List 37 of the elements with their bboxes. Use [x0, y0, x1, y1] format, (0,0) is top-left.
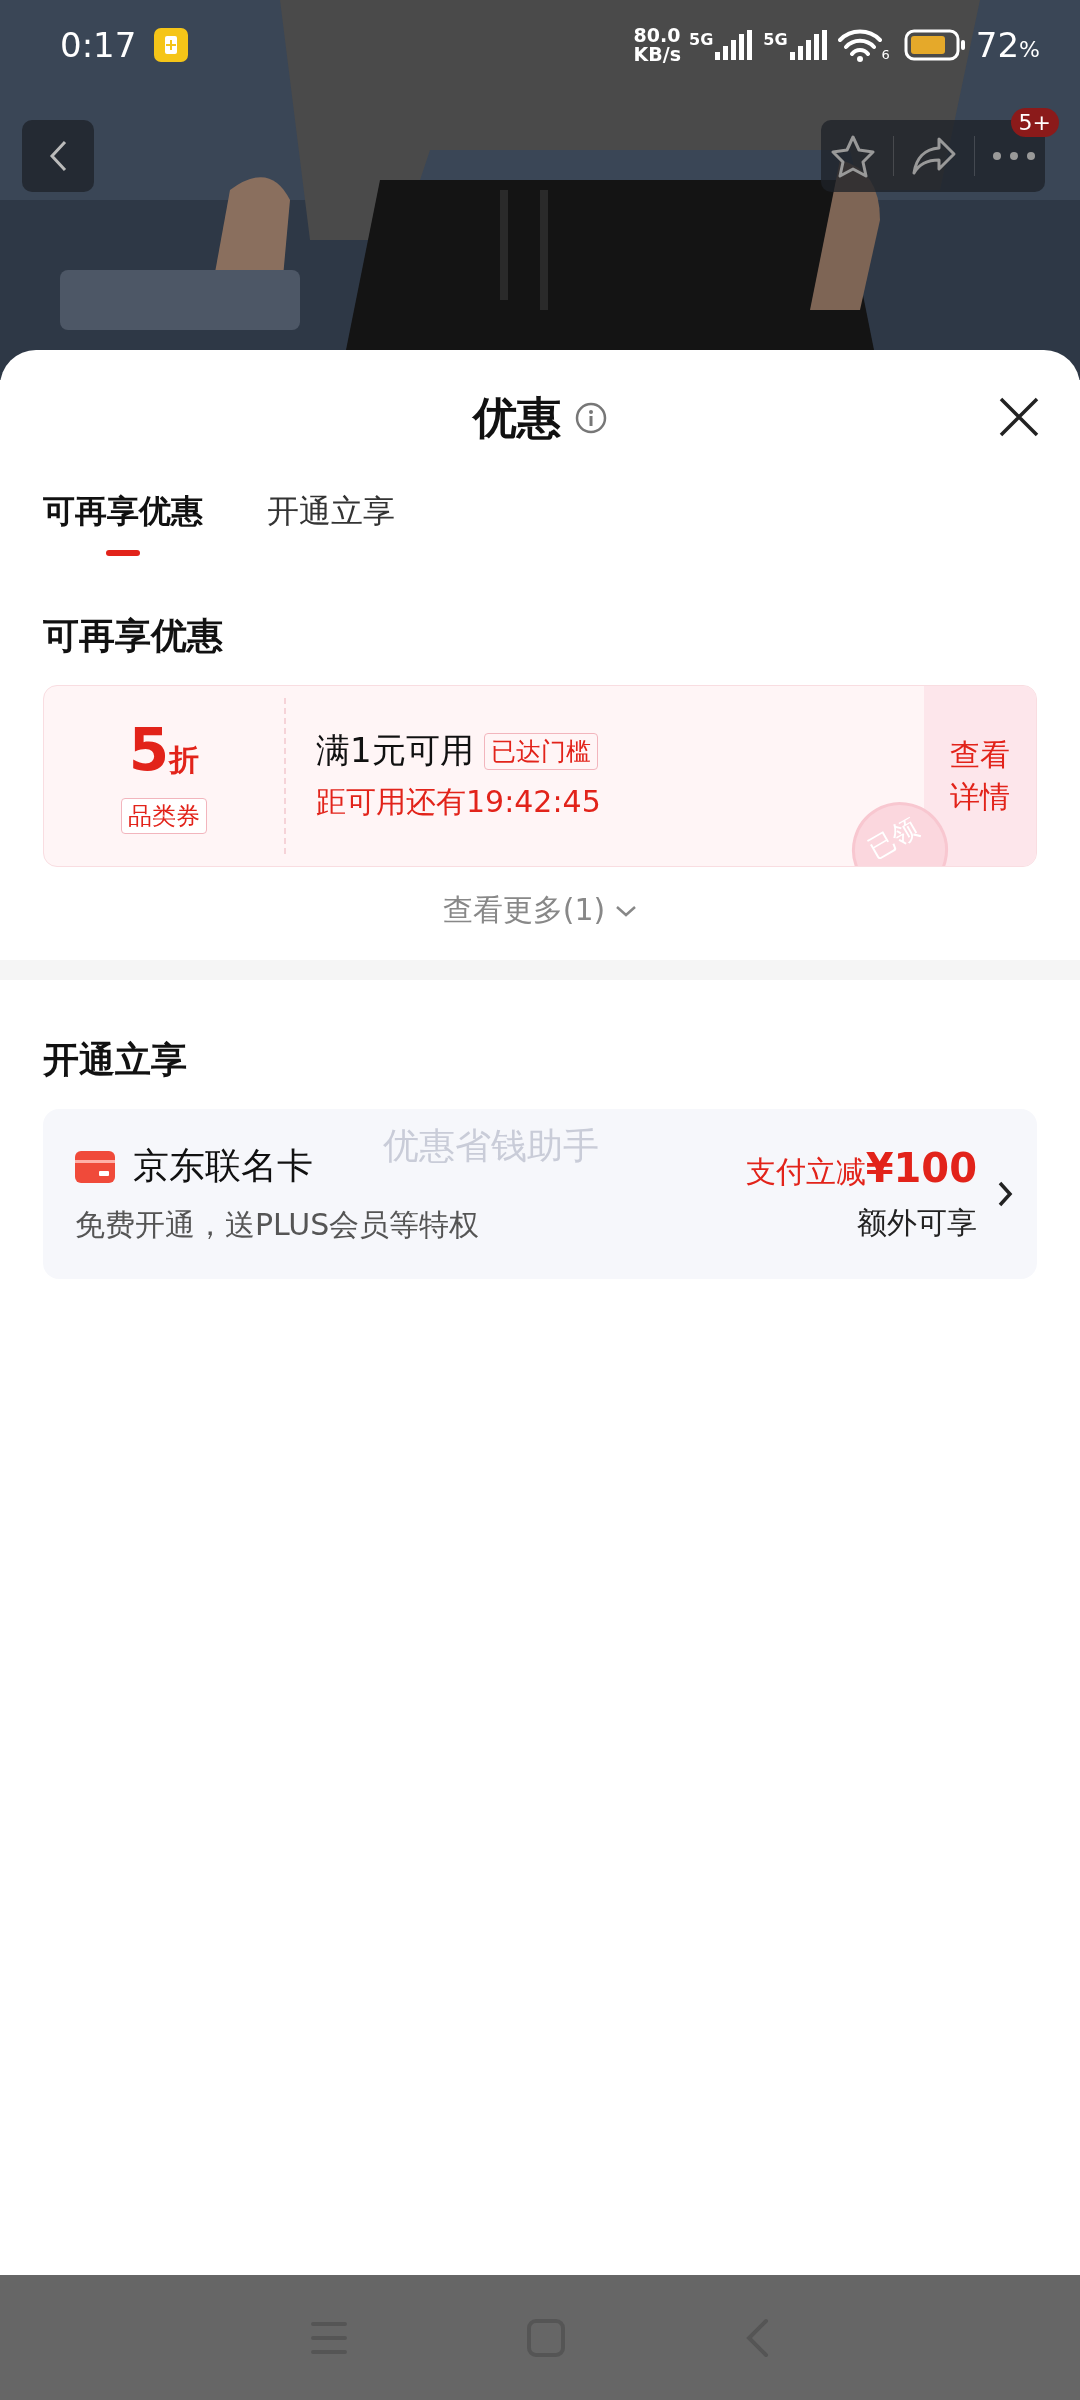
benefit-note: 额外可享: [856, 1203, 977, 1242]
chevron-right-icon[interactable]: [997, 1180, 1013, 1208]
more-icon[interactable]: [992, 151, 1037, 161]
card-name: 京东联名卡: [133, 1144, 313, 1188]
view-details-button[interactable]: 查看详情: [924, 686, 1036, 866]
countdown-text: 距可用还有19:42:45: [316, 783, 602, 821]
discount-amount: 5折: [128, 718, 200, 786]
clock-time: 0:17: [60, 25, 137, 65]
network-speed: 80.0 KB/s: [633, 26, 681, 64]
network-type: 5G: [689, 30, 714, 49]
discount-text: 支付立减¥100: [745, 1144, 977, 1193]
tab[interactable]: 开通立享: [267, 490, 395, 556]
card-description: 免费开通，送PLUS会员等特权: [75, 1206, 481, 1244]
wifi-label: 6: [881, 47, 890, 62]
battery-percent: 72%: [975, 25, 1040, 65]
close-icon: [998, 396, 1040, 438]
wifi-icon: [837, 28, 882, 62]
coupon-type-tag: 品类券: [121, 798, 207, 834]
info-icon[interactable]: [575, 402, 607, 434]
signal-icon: [713, 30, 754, 60]
back-button[interactable]: [22, 120, 94, 192]
tab[interactable]: 可再享优惠: [43, 490, 203, 556]
threshold-tag: 已达门槛: [483, 732, 598, 770]
view-more-button[interactable]: 查看更多(1): [436, 889, 644, 932]
battery-saver-icon: [154, 28, 189, 62]
signal-icon: [787, 30, 828, 60]
coupon-condition: 满1元可用: [316, 729, 474, 772]
sheet-title: 优惠: [473, 390, 561, 445]
share-icon[interactable]: [910, 136, 957, 176]
card-icon: [75, 1150, 115, 1183]
battery-icon: [903, 29, 966, 61]
network-type: 5G: [763, 30, 788, 49]
back-icon: [48, 139, 68, 173]
section-title: 可再享优惠: [42, 614, 224, 658]
chevron-down-icon: [615, 903, 638, 918]
star-icon[interactable]: [829, 134, 876, 178]
section-title: 开通立享: [42, 1038, 188, 1082]
